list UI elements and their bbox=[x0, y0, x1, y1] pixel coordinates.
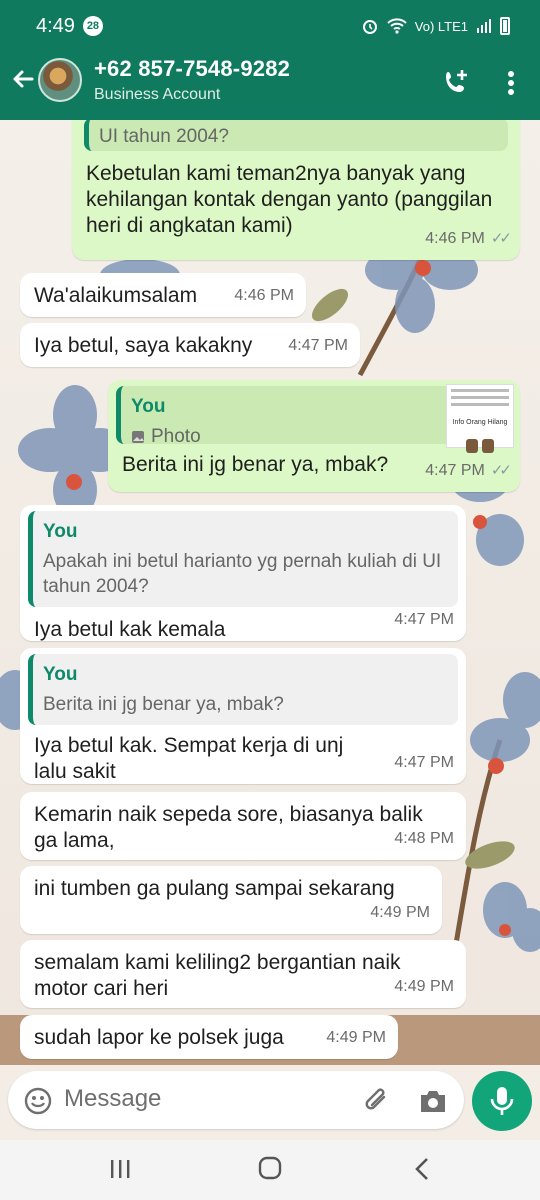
back-arrow-icon[interactable] bbox=[10, 66, 36, 92]
message-input[interactable]: Message bbox=[8, 1071, 464, 1129]
compose-bar: Message bbox=[0, 1065, 540, 1140]
message-bubble[interactable]: Wa'alaikumsalam 4:46 PM bbox=[20, 273, 306, 317]
status-time: 4:49 bbox=[36, 14, 75, 37]
message-bubble[interactable]: You Photo Info Orang Hilang Berita ini j… bbox=[108, 380, 520, 492]
quoted-message: You Berita ini jg benar ya, mbak? bbox=[28, 654, 458, 725]
message-text: ini tumben ga pulang sampai sekarang bbox=[34, 877, 395, 900]
quoted-message: You Apakah ini betul harianto yg pernah … bbox=[28, 511, 458, 607]
message-meta: 4:46 PM bbox=[234, 287, 294, 304]
message-bubble[interactable]: Kemarin naik sepeda sore, biasanya balik… bbox=[20, 792, 466, 860]
double-check-icon: ✓✓ bbox=[490, 462, 512, 479]
status-bar: 4:49 28 Vo) LTE1 bbox=[36, 12, 510, 40]
mic-button[interactable] bbox=[472, 1071, 532, 1131]
quoted-message: You Photo Info Orang Hilang bbox=[116, 384, 514, 453]
status-icons: Vo) LTE1 bbox=[361, 17, 510, 35]
quoted-message: UI tahun 2004? bbox=[84, 120, 508, 151]
message-meta: 4:47 PM bbox=[394, 754, 454, 771]
message-bubble[interactable]: You Berita ini jg benar ya, mbak? Iya be… bbox=[20, 648, 466, 784]
message-bubble[interactable]: sudah lapor ke polsek juga 4:49 PM bbox=[20, 1015, 398, 1059]
mic-icon bbox=[490, 1087, 514, 1115]
home-icon[interactable] bbox=[258, 1156, 282, 1180]
message-bubble[interactable]: Iya betul, saya kakakny 4:47 PM bbox=[20, 323, 360, 367]
camera-icon[interactable] bbox=[418, 1088, 448, 1114]
add-call-icon[interactable] bbox=[442, 68, 470, 96]
notification-badge: 28 bbox=[82, 16, 103, 36]
nav-back-icon[interactable] bbox=[412, 1157, 432, 1181]
message-meta: 4:48 PM bbox=[394, 830, 454, 847]
chat-area[interactable]: UI tahun 2004? Kebetulan kami teman2nya … bbox=[0, 120, 540, 1065]
message-placeholder: Message bbox=[64, 1085, 162, 1112]
message-meta: 4:49 PM bbox=[394, 978, 454, 995]
message-bubble[interactable]: ini tumben ga pulang sampai sekarang 4:4… bbox=[20, 866, 442, 934]
message-bubble[interactable]: semalam kami keliling2 bergantian naik m… bbox=[20, 940, 466, 1008]
message-meta: 4:47 PM bbox=[288, 337, 348, 354]
recents-icon[interactable] bbox=[108, 1158, 132, 1180]
wifi-icon bbox=[387, 18, 407, 34]
contact-subtitle: Business Account bbox=[94, 86, 221, 103]
message-bubble[interactable]: You Apakah ini betul harianto yg pernah … bbox=[20, 505, 466, 641]
avatar[interactable] bbox=[38, 58, 82, 102]
message-bubble[interactable]: UI tahun 2004? Kebetulan kami teman2nya … bbox=[72, 120, 520, 260]
quoted-photo-thumbnail: Info Orang Hilang bbox=[446, 384, 514, 453]
contact-info[interactable]: +62 857-7548-9282 Business Account bbox=[94, 56, 290, 104]
contact-name: +62 857-7548-9282 bbox=[94, 56, 291, 81]
attach-icon[interactable] bbox=[362, 1087, 392, 1115]
system-navigation-bar bbox=[0, 1140, 540, 1200]
message-meta: 4:49 PM bbox=[326, 1029, 386, 1046]
message-text: Kemarin naik sepeda sore, biasanya balik… bbox=[34, 803, 423, 852]
emoji-icon[interactable] bbox=[24, 1087, 52, 1115]
signal-icon bbox=[477, 19, 491, 33]
double-check-icon: ✓✓ bbox=[490, 230, 512, 247]
message-text: Iya betul, saya kakakny bbox=[34, 334, 253, 357]
chat-header: 4:49 28 Vo) LTE1 +62 857-7548-9282 Busin… bbox=[0, 0, 540, 120]
more-vert-icon[interactable] bbox=[506, 70, 516, 96]
message-meta: 4:47 PM bbox=[394, 611, 454, 628]
alarm-icon bbox=[362, 20, 377, 34]
message-text: sudah lapor ke polsek juga bbox=[34, 1026, 284, 1049]
message-meta: 4:47 PM ✓✓ bbox=[425, 458, 512, 484]
message-meta: 4:46 PM ✓✓ bbox=[425, 226, 512, 252]
network-label: Vo) LTE1 bbox=[414, 18, 468, 34]
message-text: Wa'alaikumsalam bbox=[34, 284, 198, 307]
battery-icon bbox=[500, 17, 510, 35]
image-icon bbox=[132, 430, 144, 443]
message-text: semalam kami keliling2 bergantian naik m… bbox=[34, 951, 401, 1000]
message-meta: 4:49 PM bbox=[370, 904, 430, 921]
